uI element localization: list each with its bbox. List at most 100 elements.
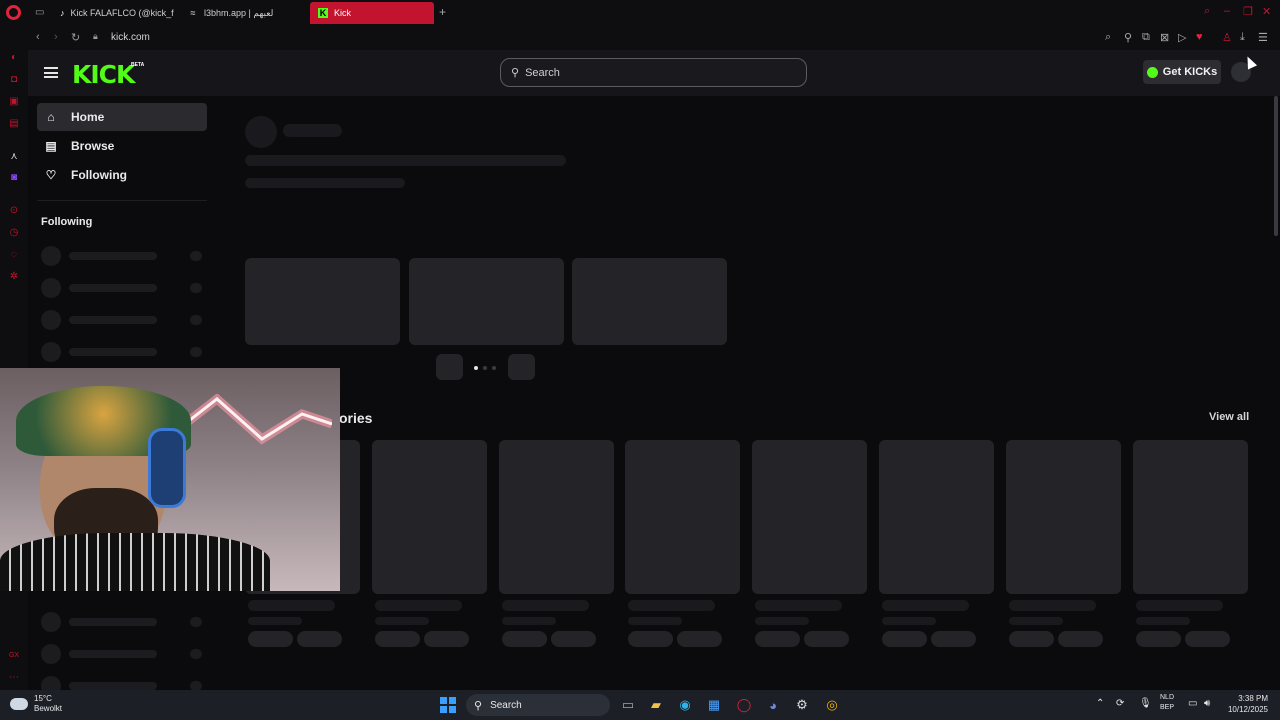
following-heading: Following xyxy=(41,216,93,228)
tab-title: Kick xyxy=(334,8,352,18)
opera-logo-icon[interactable] xyxy=(6,5,21,20)
zoom-icon[interactable]: ⌕ xyxy=(1105,31,1111,44)
file-explorer-icon[interactable]: ▰ xyxy=(647,696,665,714)
cloud-icon xyxy=(10,698,28,710)
lock-icon: 🔒︎ xyxy=(93,31,98,41)
carousel-prev-button[interactable] xyxy=(436,354,463,380)
settings-icon[interactable]: ✲ xyxy=(8,271,20,283)
snapshot-icon[interactable]: ⧉ xyxy=(1142,31,1150,44)
more-icon[interactable]: ⋯ xyxy=(8,672,20,684)
sidebar-item-home[interactable]: ⌂ Home xyxy=(37,103,207,131)
edge-icon[interactable]: ◉ xyxy=(676,696,694,714)
clock-date: 10/12/2025 xyxy=(1227,705,1268,714)
search-input[interactable]: ⚲ Search xyxy=(500,58,807,87)
search-tabs-icon[interactable]: ⌕ xyxy=(1204,5,1210,18)
tab-tiktok[interactable]: ♪ Kick FALAFLCO (@kick_fa xyxy=(52,2,174,24)
new-tab-button[interactable]: + xyxy=(439,5,446,19)
category-tag-skeleton xyxy=(502,631,547,647)
language-indicator[interactable]: NLD BEP xyxy=(1160,693,1174,713)
home-icon: ⌂ xyxy=(47,110,55,124)
mail-icon[interactable]: ▤ xyxy=(8,118,20,130)
featured-avatar-skeleton xyxy=(245,116,277,148)
category-card-skeleton[interactable] xyxy=(879,440,994,594)
kick-logo[interactable]: KICK xyxy=(72,60,135,89)
windows-start-icon[interactable] xyxy=(439,696,457,714)
profile-icon[interactable]: ♙ xyxy=(1222,31,1232,44)
download-icon[interactable]: ⤓ xyxy=(1240,31,1245,44)
tab-l3bhm[interactable]: ≈ l3bhm.app | لعبهم xyxy=(180,2,304,24)
category-card-skeleton[interactable] xyxy=(372,440,487,594)
messenger-icon[interactable]: ▣ xyxy=(8,96,20,108)
close-icon[interactable]: ✕ xyxy=(1262,5,1271,18)
gx-icon[interactable]: GX xyxy=(8,650,20,662)
taskbar-search[interactable]: ⚲ Search xyxy=(466,694,610,716)
category-viewers-skeleton xyxy=(375,617,429,625)
webcam-overlay xyxy=(0,368,340,591)
tab-overview-icon[interactable]: ▭ xyxy=(35,7,44,18)
category-tag-skeleton xyxy=(297,631,342,647)
tray-expand-icon[interactable]: ⌃ xyxy=(1096,698,1104,709)
heart-icon[interactable]: ♥ xyxy=(1196,31,1203,43)
carousel-dot[interactable] xyxy=(474,366,478,370)
shield-icon[interactable]: ⊠ xyxy=(1160,31,1169,44)
tab-kick[interactable]: K Kick xyxy=(310,2,434,24)
task-view-icon[interactable]: ▭ xyxy=(619,696,637,714)
weather-widget[interactable]: 15°C Bewolkt xyxy=(10,694,62,714)
microphone-icon[interactable]: 🎙︎ xyxy=(1139,698,1152,709)
aria-icon[interactable]: ◐ xyxy=(8,52,20,64)
history-icon[interactable]: ◷ xyxy=(8,227,20,239)
carousel-dot[interactable] xyxy=(483,366,487,370)
category-tag-skeleton xyxy=(1058,631,1103,647)
monitor-icon[interactable]: ▭ xyxy=(1188,698,1197,709)
settings-icon[interactable]: ⚙ xyxy=(793,696,811,714)
category-tag-skeleton xyxy=(1009,631,1054,647)
page-scrollbar[interactable] xyxy=(1274,96,1278,236)
beta-badge: BETA xyxy=(131,62,145,68)
category-card-skeleton[interactable] xyxy=(1006,440,1121,594)
forward-icon[interactable]: › xyxy=(54,31,58,43)
carousel-card-skeleton[interactable] xyxy=(245,258,400,345)
lang-line-1: NLD xyxy=(1160,694,1175,701)
reload-icon[interactable]: ↻ xyxy=(71,31,80,44)
bag-icon[interactable]: ◘ xyxy=(8,74,20,86)
twitch-icon[interactable]: ◙ xyxy=(8,172,20,184)
carousel-card-skeleton[interactable] xyxy=(409,258,564,345)
get-kicks-button[interactable]: Get KICKs xyxy=(1143,60,1221,84)
category-card-skeleton[interactable] xyxy=(752,440,867,594)
featured-title-skeleton xyxy=(245,155,566,166)
kick-icon: K xyxy=(318,8,328,18)
category-card-skeleton[interactable] xyxy=(1133,440,1248,594)
sidebar-divider xyxy=(37,200,207,201)
hamburger-menu-icon[interactable] xyxy=(44,67,58,78)
volume-icon[interactable]: 🔊︎ xyxy=(1204,698,1210,709)
sidebar-item-browse[interactable]: ▤ Browse xyxy=(37,132,207,160)
opera-gx-icon[interactable]: ◯ xyxy=(735,696,753,714)
sidebar-item-following[interactable]: ♡ Following xyxy=(37,161,207,189)
store-icon[interactable]: ▦ xyxy=(705,696,723,714)
minimize-icon[interactable]: – xyxy=(1224,5,1230,17)
category-tag-skeleton xyxy=(375,631,420,647)
url-field[interactable]: kick.com xyxy=(111,32,150,43)
carousel-card-skeleton[interactable] xyxy=(572,258,727,345)
chrome-icon[interactable]: ◎ xyxy=(823,696,841,714)
player-icon[interactable]: ⊙ xyxy=(8,205,20,217)
play-icon[interactable]: ▷ xyxy=(1178,31,1186,44)
menu-icon[interactable]: ☰ xyxy=(1258,31,1268,44)
carousel-next-button[interactable] xyxy=(508,354,535,380)
pin-icon[interactable]: ⚲ xyxy=(1124,31,1132,44)
back-icon[interactable]: ‹ xyxy=(36,31,40,43)
category-card-skeleton[interactable] xyxy=(499,440,614,594)
tray-app-icon[interactable]: ⟳ xyxy=(1116,698,1124,709)
category-viewers-skeleton xyxy=(248,617,302,625)
category-card-skeleton[interactable] xyxy=(625,440,740,594)
system-clock[interactable]: 3:38 PM 10/12/2025 xyxy=(1224,693,1268,715)
heart-outline-icon: ♡ xyxy=(45,168,57,182)
category-tag-skeleton xyxy=(1136,631,1181,647)
kick-side-icon[interactable]: ⋏ xyxy=(8,151,20,163)
view-all-link[interactable]: View all xyxy=(1209,411,1249,423)
carousel-dot[interactable] xyxy=(492,366,496,370)
chat-icon[interactable]: ◌ xyxy=(8,249,20,261)
category-tag-skeleton xyxy=(248,631,293,647)
discord-icon[interactable]: ◕ xyxy=(764,696,782,714)
restore-icon[interactable]: ❐ xyxy=(1243,5,1253,18)
